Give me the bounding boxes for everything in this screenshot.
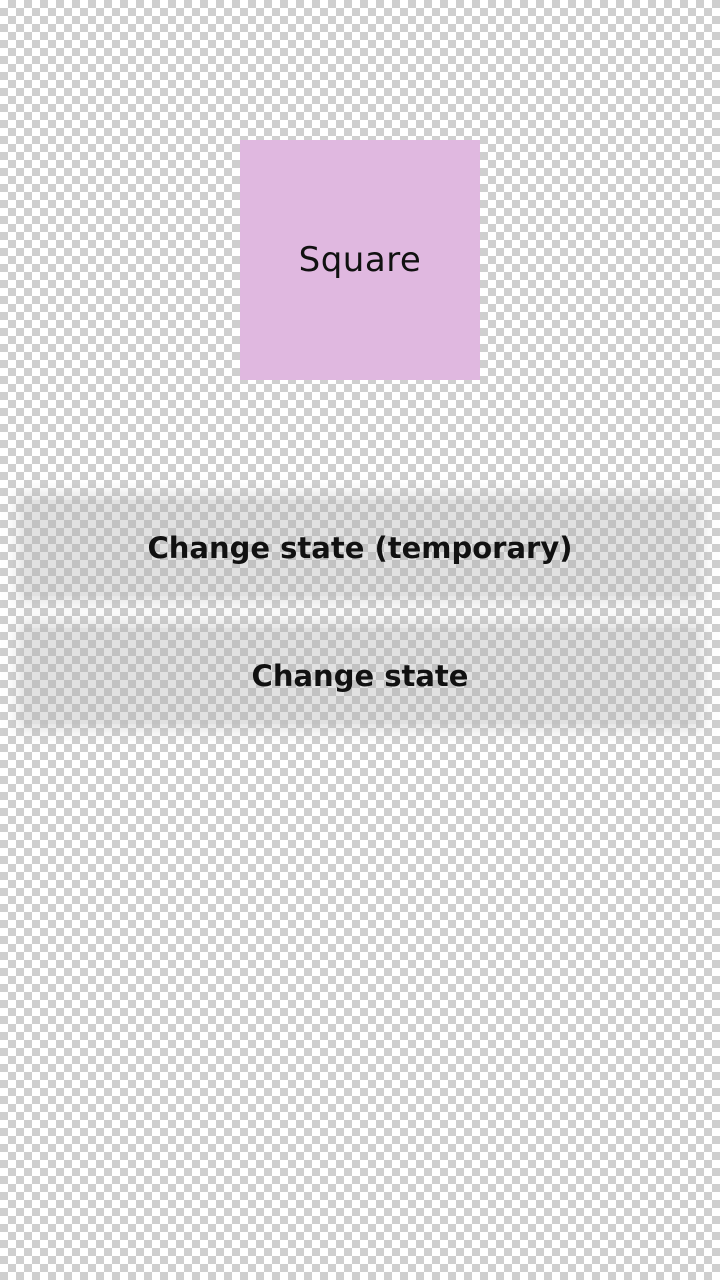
change-state-temporary-button[interactable]: Change state (temporary) (24, 500, 696, 596)
change-state-button[interactable]: Change state (24, 628, 696, 724)
square-view: Square (240, 140, 480, 380)
square-label: Square (298, 240, 422, 280)
change-state-temporary-label: Change state (temporary) (147, 531, 573, 565)
change-state-label: Change state (251, 659, 469, 693)
